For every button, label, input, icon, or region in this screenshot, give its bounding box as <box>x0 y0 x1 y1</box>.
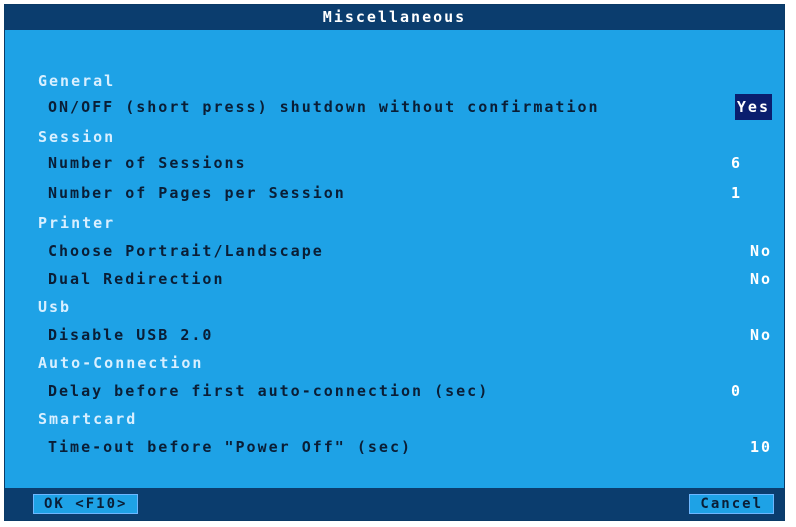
section-auto-connection: Auto-Connection <box>38 354 204 372</box>
section-session: Session <box>38 128 116 146</box>
section-general: General <box>38 72 116 90</box>
setting-portrait-landscape[interactable]: Choose Portrait/Landscape No <box>5 238 784 264</box>
dual-redirection-value[interactable]: No <box>750 266 772 292</box>
dialog-title: Miscellaneous <box>5 5 784 30</box>
setting-pages-per-session[interactable]: Number of Pages per Session 1 <box>5 180 784 206</box>
button-bar: OK <F10> Cancel <box>5 488 784 520</box>
portrait-landscape-value[interactable]: No <box>750 238 772 264</box>
settings-list: General ON/OFF (short press) shutdown wi… <box>5 30 784 490</box>
miscellaneous-dialog: Miscellaneous General ON/OFF (short pres… <box>4 4 785 521</box>
auto-connection-delay-value[interactable]: 0 <box>731 378 742 404</box>
setting-label: Choose Portrait/Landscape <box>48 242 324 260</box>
setting-auto-connection-delay[interactable]: Delay before first auto-connection (sec)… <box>5 378 784 404</box>
setting-number-of-sessions[interactable]: Number of Sessions 6 <box>5 150 784 176</box>
section-smartcard: Smartcard <box>38 410 138 428</box>
section-printer: Printer <box>38 214 116 232</box>
setting-label: ON/OFF (short press) shutdown without co… <box>48 98 600 116</box>
power-off-timeout-value[interactable]: 10 <box>750 434 772 460</box>
setting-shutdown-without-confirmation[interactable]: ON/OFF (short press) shutdown without co… <box>5 94 784 120</box>
setting-label: Dual Redirection <box>48 270 225 288</box>
setting-label: Number of Sessions <box>48 154 247 172</box>
setting-power-off-timeout[interactable]: Time-out before "Power Off" (sec) 10 <box>5 434 784 460</box>
shutdown-confirmation-value[interactable]: Yes <box>734 94 772 120</box>
cancel-button[interactable]: Cancel <box>689 494 774 514</box>
setting-label: Time-out before "Power Off" (sec) <box>48 438 413 456</box>
setting-label: Number of Pages per Session <box>48 184 346 202</box>
setting-label: Disable USB 2.0 <box>48 326 214 344</box>
section-usb: Usb <box>38 298 72 316</box>
number-of-sessions-value[interactable]: 6 <box>731 150 742 176</box>
pages-per-session-value[interactable]: 1 <box>731 180 742 206</box>
ok-button[interactable]: OK <F10> <box>33 494 139 514</box>
setting-label: Delay before first auto-connection (sec) <box>48 382 490 400</box>
setting-disable-usb2[interactable]: Disable USB 2.0 No <box>5 322 784 348</box>
disable-usb2-value[interactable]: No <box>750 322 772 348</box>
setting-dual-redirection[interactable]: Dual Redirection No <box>5 266 784 292</box>
